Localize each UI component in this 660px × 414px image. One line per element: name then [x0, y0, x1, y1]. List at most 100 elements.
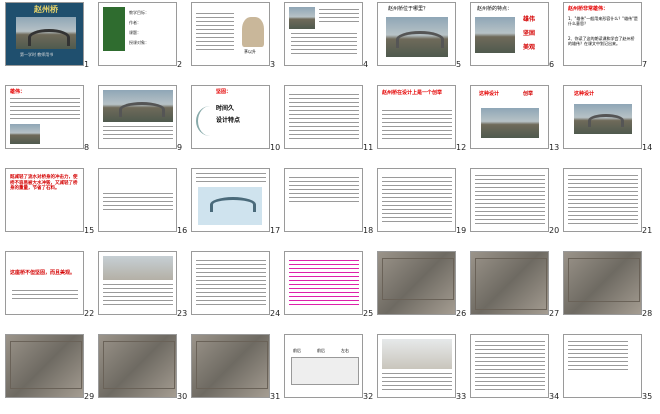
slide-thumbnail[interactable]: [563, 334, 642, 398]
slide-thumbnail[interactable]: [563, 251, 642, 315]
slide-thumbnail[interactable]: [284, 251, 363, 315]
slide-number: 18: [363, 226, 374, 235]
slide-number: 30: [177, 392, 188, 401]
slide-thumbnail[interactable]: 坚固： 时间久 设计特点: [191, 85, 270, 149]
text-block: [196, 13, 234, 53]
carving-image: [568, 258, 640, 302]
slide-thumbnail[interactable]: 这种设计 创举: [470, 85, 549, 149]
carving-image: [10, 341, 82, 389]
slide-thumbnail[interactable]: 前后 前后 左右: [284, 334, 363, 398]
slide-thumbnail[interactable]: 赵州桥的特点： 雄伟 坚固 美观: [470, 2, 549, 66]
slide-thumbnail[interactable]: [191, 334, 270, 398]
slide-number: 28: [642, 309, 653, 318]
slide-number: 4: [363, 60, 369, 69]
slide-number: 7: [642, 60, 648, 69]
slide-number: 12: [456, 143, 467, 152]
slide-title: 坚固：: [216, 89, 232, 95]
bridge-arch-icon: [28, 29, 70, 46]
slide-number: 11: [363, 143, 374, 152]
slide-thumbnail[interactable]: [563, 168, 642, 232]
slide-thumbnail[interactable]: [377, 168, 456, 232]
diagram-label: 左右: [341, 348, 349, 353]
slide-thumbnail[interactable]: [470, 251, 549, 315]
slide-label: 教学目标：: [129, 10, 149, 15]
slide-label: 作者：: [129, 20, 141, 25]
diagram-image: [291, 357, 359, 385]
slide-image: [103, 7, 125, 51]
slide-thumbnail[interactable]: [98, 168, 177, 232]
bridge-photo: [10, 124, 40, 144]
slide-thumbnail[interactable]: [98, 85, 177, 149]
text-block: [568, 341, 628, 371]
text-block: [289, 260, 359, 308]
slide-thumbnail[interactable]: 茅以升: [191, 2, 270, 66]
diagram-label: 前后: [317, 348, 325, 353]
slide-number: 29: [84, 392, 95, 401]
slide-number: 5: [456, 60, 462, 69]
slide-image: [289, 7, 315, 29]
slide-thumbnail[interactable]: 这座桥不但坚固，而且美观。: [5, 251, 84, 315]
text-block: [319, 9, 359, 23]
slide-number: 33: [456, 392, 467, 401]
slide-thumbnail[interactable]: [191, 168, 270, 232]
slide-number: 34: [549, 392, 560, 401]
bridge-arch-icon: [588, 114, 624, 127]
carving-image: [103, 341, 175, 389]
slide-number: 23: [177, 309, 188, 318]
slide-question: 赵州桥在设计上是一个创举: [382, 90, 443, 96]
slide-thumbnail[interactable]: [284, 168, 363, 232]
text-block: [568, 175, 638, 225]
slide-question: 既减轻了流水对桥身的冲击力，使桥不容易被大水冲毁，又减轻了桥身的重量，节省了石料…: [10, 175, 78, 192]
text-block: [475, 175, 545, 225]
slide-number: 31: [270, 392, 281, 401]
slide-thumbnail[interactable]: [470, 334, 549, 398]
slide-label: 课题：: [129, 30, 141, 35]
slide-thumbnail[interactable]: 既减轻了流水对桥身的冲击力，使桥不容易被大水冲毁，又减轻了桥身的重量，节省了石料…: [5, 168, 84, 232]
slide-thumbnail[interactable]: [470, 168, 549, 232]
slide-number: 13: [549, 143, 560, 152]
text-block: [382, 110, 452, 140]
slide-thumbnail[interactable]: 赵州桥非常雄伟： 1、"雄伟"一般用来形容什么？"雄伟"是什么意思？ 2、你读了…: [563, 2, 642, 66]
slide-number: 6: [549, 60, 555, 69]
slide-subtitle: 设计特点: [216, 117, 241, 124]
slide-number: 16: [177, 226, 188, 235]
slide-thumbnail[interactable]: [377, 334, 456, 398]
slide-number: 19: [456, 226, 467, 235]
slide-thumbnail[interactable]: [98, 251, 177, 315]
bridge-photo: [382, 339, 452, 369]
slide-thumbnail[interactable]: [98, 334, 177, 398]
slide-thumbnail[interactable]: [191, 251, 270, 315]
slide-thumbnail[interactable]: [5, 334, 84, 398]
slide-thumbnail[interactable]: 赵州桥 第一学时 教师用书: [5, 2, 84, 66]
slide-number: 22: [84, 309, 95, 318]
text-block: [291, 33, 357, 57]
keyword-box: 雄伟: [523, 16, 536, 23]
slide-thumbnail[interactable]: 这种设计: [563, 85, 642, 149]
slide-thumbnail[interactable]: 赵州桥在设计上是一个创举: [377, 85, 456, 149]
text-block: [196, 260, 266, 308]
slide-thumbnail[interactable]: [377, 251, 456, 315]
bridge-arch-icon: [210, 197, 256, 212]
keyword-highlight: 创举: [523, 91, 534, 97]
slide-subtitle: 时间久: [216, 105, 235, 112]
portrait-image: [242, 17, 264, 47]
text-block: [382, 373, 452, 391]
bridge-arch-icon: [119, 102, 165, 117]
portrait-caption: 茅以升: [244, 49, 256, 54]
slide-title: 这种设计: [574, 91, 595, 97]
text-block: [382, 177, 452, 225]
text-block: [10, 98, 80, 120]
slide-number: 9: [177, 143, 183, 152]
slide-thumbnail[interactable]: [284, 2, 363, 66]
slide-thumbnail[interactable]: [284, 85, 363, 149]
slide-number: 15: [84, 226, 95, 235]
slide-number: 32: [363, 392, 374, 401]
slide-thumbnail[interactable]: 教学目标： 作者： 课题： 授课对象：: [98, 2, 177, 66]
slide-number: 10: [270, 143, 281, 152]
text-block: [289, 177, 359, 203]
slide-thumbnail[interactable]: 雄伟：: [5, 85, 84, 149]
slide-title: 赵州桥: [34, 5, 58, 14]
text-block: [103, 193, 173, 213]
carving-image: [382, 258, 454, 300]
slide-thumbnail[interactable]: 赵州桥位于哪里？: [377, 2, 456, 66]
